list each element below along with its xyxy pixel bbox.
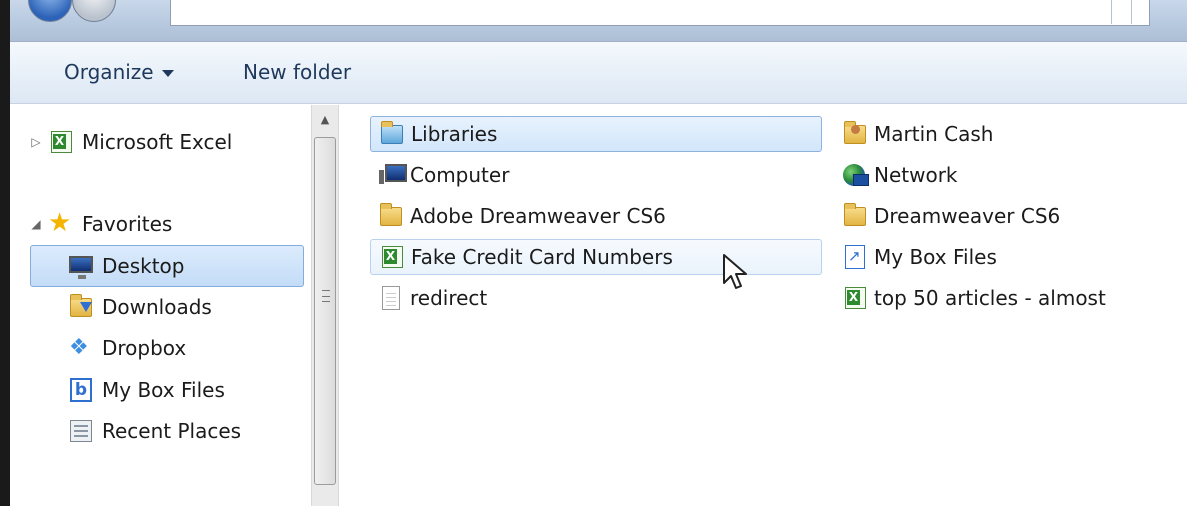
nav-item-label: My Box Files bbox=[102, 378, 225, 402]
file-item-label: Computer bbox=[410, 163, 510, 187]
star-icon: ★ bbox=[48, 208, 72, 238]
file-item-label: Martin Cash bbox=[874, 122, 994, 146]
forward-button[interactable] bbox=[72, 0, 116, 22]
nav-item-label: Favorites bbox=[82, 212, 173, 236]
file-item-martin-cash[interactable]: Martin Cash bbox=[836, 116, 993, 152]
expand-arrow-icon[interactable]: ▷ bbox=[30, 135, 42, 149]
network-icon bbox=[842, 162, 869, 188]
nav-item-dropbox[interactable]: ❖ Dropbox bbox=[30, 327, 304, 369]
libraries-folder-icon bbox=[379, 121, 405, 147]
organize-label: Organize bbox=[64, 60, 154, 84]
file-item-label: Libraries bbox=[411, 122, 498, 146]
nav-item-label: Dropbox bbox=[102, 336, 187, 360]
file-item-fake-credit-card-numbers[interactable]: Fake Credit Card Numbers bbox=[370, 239, 822, 275]
file-item-label: Dreamweaver CS6 bbox=[874, 204, 1061, 228]
organize-button[interactable]: Organize bbox=[64, 60, 174, 84]
nav-item-microsoft-excel[interactable]: ▷ Microsoft Excel bbox=[30, 121, 304, 163]
file-item-libraries[interactable]: Libraries bbox=[370, 116, 822, 152]
nav-item-label: Microsoft Excel bbox=[82, 130, 233, 154]
file-item-adobe-dreamweaver-cs6[interactable]: Adobe Dreamweaver CS6 bbox=[370, 198, 666, 234]
nav-item-favorites[interactable]: ◢ ★ Favorites bbox=[30, 203, 304, 245]
file-item-label: redirect bbox=[410, 286, 488, 310]
box-icon: b bbox=[68, 377, 94, 403]
explorer-window: Organize New folder ▷ Microsoft Excel ◢ … bbox=[10, 0, 1187, 506]
file-item-redirect[interactable]: redirect bbox=[370, 280, 487, 316]
box-shortcut-icon bbox=[842, 244, 868, 270]
grip-icon bbox=[322, 290, 330, 302]
address-dropdown-divider bbox=[1111, 0, 1112, 24]
excel-icon bbox=[48, 129, 74, 155]
refresh-divider bbox=[1131, 0, 1132, 24]
nav-item-my-box-files[interactable]: b My Box Files bbox=[30, 369, 304, 411]
folder-icon bbox=[378, 203, 404, 229]
nav-item-label: Recent Places bbox=[102, 419, 242, 443]
desktop-icon bbox=[68, 253, 94, 279]
new-folder-button[interactable]: New folder bbox=[243, 60, 351, 84]
file-item-computer[interactable]: Computer bbox=[370, 157, 509, 193]
file-item-top-50-articles[interactable]: top 50 articles - almost bbox=[836, 280, 1106, 316]
file-item-label: top 50 articles - almost bbox=[874, 286, 1106, 310]
dropbox-icon: ❖ bbox=[69, 335, 89, 360]
navigation-pane: ▷ Microsoft Excel ◢ ★ Favorites Desktop … bbox=[10, 105, 310, 506]
user-folder-icon bbox=[842, 121, 868, 147]
nav-item-label: Desktop bbox=[102, 254, 185, 278]
address-bar[interactable] bbox=[170, 0, 1150, 26]
file-item-my-box-files[interactable]: My Box Files bbox=[836, 239, 997, 275]
scroll-up-arrow-icon[interactable]: ▲ bbox=[312, 105, 338, 135]
file-item-dreamweaver-cs6[interactable]: Dreamweaver CS6 bbox=[836, 198, 1060, 234]
computer-icon bbox=[378, 162, 407, 188]
nav-item-desktop[interactable]: Desktop bbox=[30, 245, 304, 287]
title-bar bbox=[10, 0, 1187, 42]
file-item-network[interactable]: Network bbox=[836, 157, 958, 193]
excel-file-icon bbox=[842, 285, 868, 311]
file-item-label: Network bbox=[874, 163, 958, 187]
scrollbar-thumb[interactable] bbox=[314, 137, 336, 485]
file-item-label: Adobe Dreamweaver CS6 bbox=[410, 204, 666, 228]
collapse-arrow-icon[interactable]: ◢ bbox=[30, 217, 42, 231]
file-list: Libraries Computer Adobe Dreamweaver CS6… bbox=[340, 105, 1187, 506]
file-item-label: Fake Credit Card Numbers bbox=[411, 245, 673, 269]
recent-places-icon bbox=[68, 418, 94, 444]
command-bar: Organize New folder bbox=[10, 42, 1187, 104]
file-item-label: My Box Files bbox=[874, 245, 997, 269]
back-button[interactable] bbox=[28, 0, 72, 22]
text-file-icon bbox=[378, 285, 404, 311]
nav-item-recent-places[interactable]: Recent Places bbox=[30, 410, 304, 452]
nav-item-label: Downloads bbox=[102, 295, 212, 319]
downloads-folder-icon bbox=[68, 294, 94, 320]
folder-icon bbox=[842, 203, 868, 229]
navigation-scrollbar[interactable]: ▲ bbox=[311, 105, 339, 506]
nav-item-downloads[interactable]: Downloads bbox=[30, 286, 304, 328]
excel-file-icon bbox=[379, 244, 405, 270]
chevron-down-icon bbox=[161, 70, 174, 77]
